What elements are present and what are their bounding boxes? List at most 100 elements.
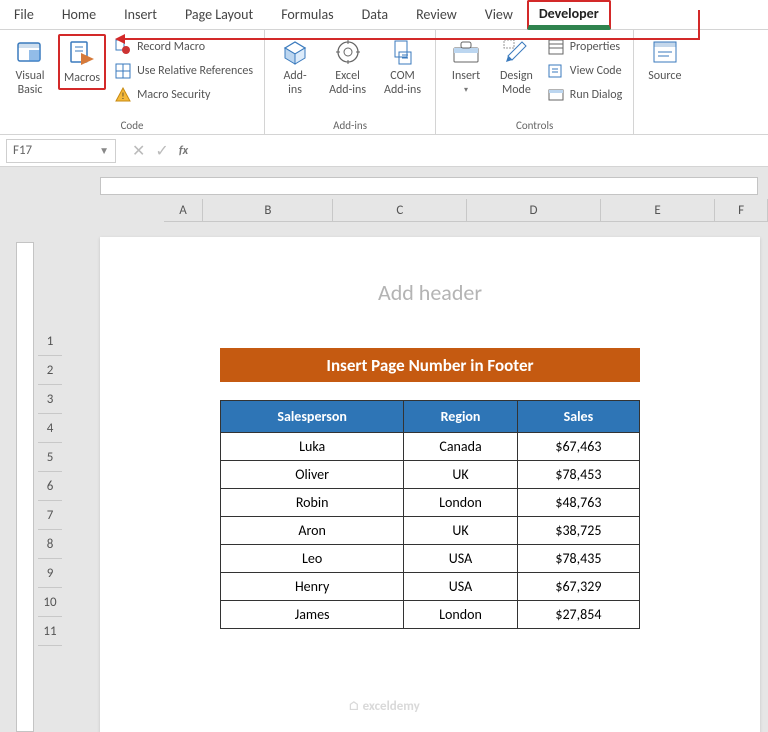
row-header[interactable]: 4 [38, 414, 62, 443]
column-header[interactable]: B [203, 199, 333, 222]
table-header[interactable]: Sales [517, 401, 639, 433]
row-header[interactable]: 8 [38, 530, 62, 559]
design-mode-button[interactable]: Design Mode [494, 34, 539, 100]
group-code: Visual Basic Macros Record Macro Use Rel… [0, 30, 265, 134]
table-cell[interactable]: Oliver [221, 461, 404, 489]
table-cell[interactable]: $27,854 [517, 601, 639, 629]
table-row[interactable]: LeoUSA$78,435 [221, 545, 640, 573]
visual-basic-button[interactable]: Visual Basic [8, 34, 52, 100]
group-controls-label: Controls [444, 117, 625, 132]
svg-text:!: ! [122, 91, 125, 102]
column-header[interactable]: A [164, 199, 204, 222]
com-addins-icon [387, 36, 419, 68]
column-header[interactable]: F [715, 199, 768, 222]
table-cell[interactable]: Robin [221, 489, 404, 517]
com-addins-button[interactable]: COM Add-ins [378, 34, 427, 100]
tab-developer[interactable]: Developer [527, 0, 611, 30]
record-macro-label: Record Macro [137, 40, 205, 54]
tab-page-layout[interactable]: Page Layout [171, 1, 267, 28]
name-box[interactable]: F17 ▼ [6, 139, 116, 163]
table-cell[interactable]: $78,453 [517, 461, 639, 489]
table-cell[interactable]: $78,435 [517, 545, 639, 573]
macro-security-button[interactable]: ! Macro Security [112, 85, 256, 105]
table-cell[interactable]: Henry [221, 573, 404, 601]
sheet-area: ABCDEF 1234567891011 Add header Insert P… [0, 167, 768, 732]
row-header[interactable]: 11 [38, 617, 62, 646]
column-header[interactable]: D [467, 199, 601, 222]
run-dialog-icon [548, 87, 564, 103]
view-code-button[interactable]: View Code [545, 61, 625, 81]
source-button[interactable]: Source [642, 34, 687, 86]
tab-insert[interactable]: Insert [110, 1, 171, 28]
table-row[interactable]: JamesLondon$27,854 [221, 601, 640, 629]
table-cell[interactable]: $67,463 [517, 433, 639, 461]
table-cell[interactable]: Aron [221, 517, 404, 545]
table-header[interactable]: Salesperson [221, 401, 404, 433]
chevron-down-icon: ▾ [464, 86, 468, 95]
table-cell[interactable]: London [404, 489, 518, 517]
row-header[interactable]: 5 [38, 443, 62, 472]
addins-button[interactable]: Add- ins [273, 34, 317, 100]
tab-formulas[interactable]: Formulas [267, 1, 347, 28]
cancel-icon[interactable]: ✕ [132, 141, 145, 161]
macros-label: Macros [64, 72, 100, 86]
row-header[interactable]: 3 [38, 385, 62, 414]
table-row[interactable]: LukaCanada$67,463 [221, 433, 640, 461]
table-cell[interactable]: UK [404, 517, 518, 545]
formula-bar: F17 ▼ ✕ ✓ fx [0, 135, 768, 167]
view-code-icon [548, 63, 564, 79]
title-cell[interactable]: Insert Page Number in Footer [220, 348, 640, 382]
insert-control-button[interactable]: Insert ▾ [444, 34, 488, 97]
table-row[interactable]: AronUK$38,725 [221, 517, 640, 545]
table-cell[interactable]: Luka [221, 433, 404, 461]
tab-file[interactable]: File [0, 1, 48, 28]
row-header[interactable]: 7 [38, 501, 62, 530]
data-table[interactable]: SalespersonRegionSales LukaCanada$67,463… [220, 400, 640, 629]
column-header[interactable]: E [601, 199, 715, 222]
row-header[interactable]: 10 [38, 588, 62, 617]
table-cell[interactable]: USA [404, 545, 518, 573]
table-header[interactable]: Region [404, 401, 518, 433]
column-header[interactable]: C [333, 199, 467, 222]
worksheet-page[interactable]: Add header Insert Page Number in Footer … [100, 237, 760, 732]
row-header[interactable]: 6 [38, 472, 62, 501]
record-macro-button[interactable]: Record Macro [112, 37, 256, 57]
table-cell[interactable]: $48,763 [517, 489, 639, 517]
use-rel-ref-label: Use Relative References [137, 64, 253, 78]
table-cell[interactable]: $38,725 [517, 517, 639, 545]
table-cell[interactable]: USA [404, 573, 518, 601]
tab-review[interactable]: Review [402, 1, 471, 28]
table-cell[interactable]: Leo [221, 545, 404, 573]
visual-basic-label: Visual Basic [15, 70, 44, 98]
fx-icon[interactable]: fx [179, 144, 188, 158]
table-row[interactable]: RobinLondon$48,763 [221, 489, 640, 517]
group-xml: Source [634, 30, 695, 134]
toolbox-icon [450, 36, 482, 68]
table-cell[interactable]: James [221, 601, 404, 629]
table-row[interactable]: OliverUK$78,453 [221, 461, 640, 489]
group-controls: Insert ▾ Design Mode Properties View Cod… [436, 30, 634, 134]
addins-icon [279, 36, 311, 68]
table-cell[interactable]: UK [404, 461, 518, 489]
confirm-icon[interactable]: ✓ [155, 141, 168, 161]
run-dialog-button[interactable]: Run Dialog [545, 85, 625, 105]
row-header[interactable]: 2 [38, 356, 62, 385]
excel-addins-button[interactable]: Excel Add-ins [323, 34, 372, 100]
table-cell[interactable]: $67,329 [517, 573, 639, 601]
row-header[interactable]: 9 [38, 559, 62, 588]
addins-label: Add- ins [283, 70, 306, 98]
use-relative-references-button[interactable]: Use Relative References [112, 61, 256, 81]
properties-button[interactable]: Properties [545, 37, 625, 57]
run-dialog-label: Run Dialog [570, 88, 622, 102]
tab-view[interactable]: View [471, 1, 527, 28]
row-header[interactable]: 1 [38, 327, 62, 356]
macros-button[interactable]: Macros [58, 34, 106, 90]
page-header-placeholder[interactable]: Add header [100, 279, 760, 306]
view-code-label: View Code [570, 64, 622, 78]
tab-data[interactable]: Data [348, 1, 402, 28]
chevron-down-icon: ▼ [99, 144, 109, 157]
table-cell[interactable]: Canada [404, 433, 518, 461]
table-row[interactable]: HenryUSA$67,329 [221, 573, 640, 601]
table-cell[interactable]: London [404, 601, 518, 629]
tab-home[interactable]: Home [48, 1, 110, 28]
